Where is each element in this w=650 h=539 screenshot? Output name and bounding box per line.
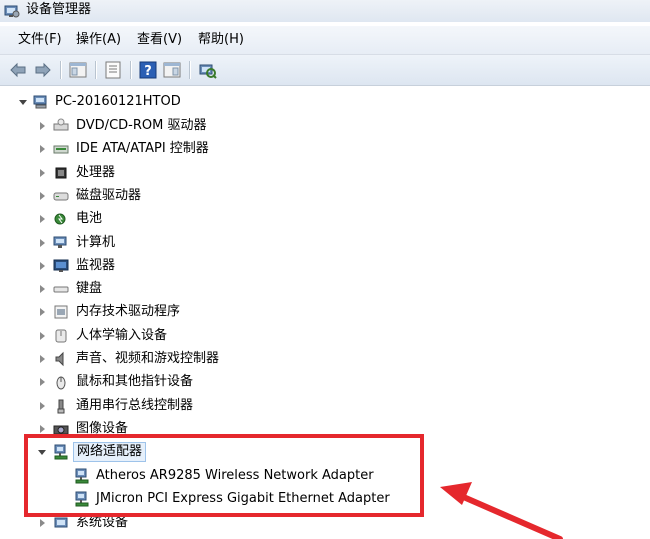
menu-help[interactable]: 帮助(H) [194,30,248,50]
tree-item-label: 监视器 [76,257,116,273]
device-manager-app-icon [4,5,20,18]
ide-controller-icon [53,145,69,154]
expand-arrow-icon[interactable] [40,355,45,363]
tree-item-category[interactable]: DVD/CD-ROM 驱动器 [0,115,650,137]
window-title: 设备管理器 [26,2,92,17]
help-icon[interactable]: ? [138,60,158,80]
tree-item-label: 电池 [76,211,103,227]
tree-item-label: 内存技术驱动程序 [76,304,181,320]
expand-arrow-icon[interactable] [40,191,45,200]
tree-item-label: 人体学输入设备 [76,327,168,343]
toolbar-separator [130,61,131,79]
device-manager-window: 设备管理器 文件(F) 操作(A) 查看(V) 帮助(H) ? PC-20160… [0,0,650,539]
toolbar-separator [95,61,96,79]
tree-item-category[interactable]: 内存技术驱动程序 [0,301,650,323]
tree-item-label: IDE ATA/ATAPI 控制器 [76,141,209,157]
tree-item-label: 磁盘驱动器 [76,187,142,203]
expand-arrow-icon[interactable] [40,215,45,224]
tree-item-label: 键盘 [76,281,103,297]
computer-icon [53,236,67,248]
expand-arrow-icon[interactable] [40,261,45,270]
battery-icon [54,213,66,225]
tree-item-category[interactable]: 处理器 [0,162,650,184]
toolbar-separator [60,61,61,79]
dvd-drive-icon [53,118,69,131]
expand-arrow-icon[interactable] [40,168,45,177]
menu-view[interactable]: 查看(V) [133,30,186,50]
tree-item-category[interactable]: 监视器 [0,255,650,277]
scan-hardware-changes-icon[interactable] [197,60,217,80]
tree-root[interactable]: PC-20160121HTOD [0,91,650,113]
sound-icon [55,351,64,367]
tree-item-label: 声音、视频和游戏控制器 [76,351,220,366]
processor-icon [55,167,67,179]
forward-arrow-icon[interactable] [33,60,53,80]
expand-arrow-icon[interactable] [40,331,45,340]
tree-item-category[interactable]: 键盘 [0,278,650,300]
tree-item-label: DVD/CD-ROM 驱动器 [76,118,207,133]
menu-file[interactable]: 文件(F) [14,30,66,50]
expand-arrow-icon[interactable] [40,145,45,154]
menu-action[interactable]: 操作(A) [72,30,125,50]
tree-item-category[interactable]: IDE ATA/ATAPI 控制器 [0,138,650,160]
tree-item-category[interactable]: 磁盘驱动器 [0,185,650,207]
tree-item-label: 通用串行总线控制器 [76,397,194,413]
expand-arrow-icon[interactable] [40,238,45,247]
expand-arrow-icon[interactable] [40,308,45,317]
keyboard-icon [53,286,69,293]
system-device-icon [54,517,68,528]
toolbar: ? [0,55,650,86]
properties-icon[interactable] [103,60,123,80]
red-highlight-box [24,434,424,517]
usb-icon [57,399,65,414]
toolbar-separator [189,61,190,79]
svg-text:?: ? [144,64,152,79]
tree-root-label: PC-20160121HTOD [55,94,181,109]
computer-root-icon [33,95,47,109]
back-arrow-icon[interactable] [8,60,28,80]
expand-arrow-icon[interactable] [40,122,45,130]
tree-item-label: 计算机 [76,234,116,250]
title-bar: 设备管理器 [0,0,650,22]
tree-item-category[interactable]: 计算机 [0,232,650,254]
tree-item-label: 处理器 [76,164,116,180]
expand-arrow-icon[interactable] [40,378,45,387]
tree-item-category[interactable]: 电池 [0,208,650,230]
disk-drive-icon [53,192,69,201]
tree-item-category[interactable]: 声音、视频和游戏控制器 [0,348,650,370]
expand-arrow-icon[interactable] [40,401,45,410]
monitor-icon [53,259,69,272]
tree-item-category[interactable]: 通用串行总线控制器 [0,395,650,417]
hid-icon [55,329,67,343]
show-hide-console-tree-icon[interactable] [68,60,88,80]
tree-item-category[interactable]: 人体学输入设备 [0,325,650,347]
action-pane-icon[interactable] [162,60,182,80]
expand-arrow-icon[interactable] [40,424,45,433]
mouse-icon [56,376,66,390]
expand-arrow-icon[interactable] [40,519,45,527]
tree-item-label: 鼠标和其他指针设备 [76,374,194,390]
collapse-arrow-icon[interactable] [19,100,27,105]
menu-bar: 文件(F) 操作(A) 查看(V) 帮助(H) [0,26,650,55]
memory-icon [54,305,68,319]
expand-arrow-icon[interactable] [40,285,45,294]
tree-item-category[interactable]: 鼠标和其他指针设备 [0,371,650,393]
